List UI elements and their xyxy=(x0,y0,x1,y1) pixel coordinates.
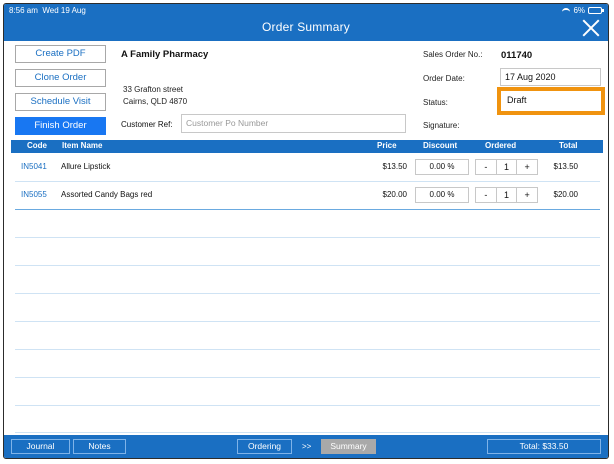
row-divider xyxy=(15,237,600,238)
order-date-label: Order Date: xyxy=(423,74,465,83)
row-divider xyxy=(15,209,600,210)
summary-tab[interactable]: Summary xyxy=(321,439,376,454)
bottom-toolbar: Journal Notes Ordering >> Summary Total:… xyxy=(4,435,608,458)
device-frame: 8:56 am Wed 19 Aug 6% Order Summary Crea… xyxy=(3,3,609,459)
item-name: Assorted Candy Bags red xyxy=(61,190,153,199)
order-date-field[interactable]: 17 Aug 2020 xyxy=(500,68,601,86)
discount-input[interactable]: 0.00 % xyxy=(415,159,469,175)
quantity-value[interactable]: 1 xyxy=(495,188,517,202)
customer-ref-label: Customer Ref: xyxy=(121,120,173,129)
status-field[interactable]: Draft xyxy=(497,87,605,115)
quantity-value[interactable]: 1 xyxy=(495,160,517,174)
increment-button[interactable]: + xyxy=(516,160,537,174)
row-divider xyxy=(15,265,600,266)
decrement-button[interactable]: - xyxy=(476,160,496,174)
item-code[interactable]: IN5041 xyxy=(21,162,47,171)
status-indicators: 6% xyxy=(562,6,604,15)
col-code: Code xyxy=(27,141,47,150)
wifi-icon xyxy=(562,7,571,14)
quantity-stepper: - 1 + xyxy=(475,187,538,203)
notes-button[interactable]: Notes xyxy=(73,439,126,454)
decrement-button[interactable]: - xyxy=(476,188,496,202)
customer-ref-input[interactable]: Customer Po Number xyxy=(181,114,406,133)
col-ordered: Ordered xyxy=(485,141,517,150)
customer-name: A Family Pharmacy xyxy=(121,49,209,60)
battery-icon xyxy=(588,7,604,14)
col-discount: Discount xyxy=(423,141,458,150)
table-row[interactable]: IN5055 Assorted Candy Bags red $20.00 0.… xyxy=(15,182,600,208)
item-price: $20.00 xyxy=(382,190,407,199)
status-time: 8:56 am Wed 19 Aug xyxy=(9,6,86,15)
row-divider xyxy=(15,377,600,378)
row-divider xyxy=(15,432,600,433)
address-line2: Cairns, QLD 4870 xyxy=(123,97,188,106)
signature-label: Signature: xyxy=(423,121,460,130)
title-bar: 8:56 am Wed 19 Aug 6% Order Summary xyxy=(4,4,608,41)
item-total: $20.00 xyxy=(553,190,578,199)
quantity-stepper: - 1 + xyxy=(475,159,538,175)
table-row[interactable]: IN5041 Allure Lipstick $13.50 0.00 % - 1… xyxy=(15,154,600,180)
clone-order-button[interactable]: Clone Order xyxy=(15,69,106,87)
row-divider xyxy=(15,349,600,350)
page-title: Order Summary xyxy=(262,20,350,34)
ordering-tab[interactable]: Ordering xyxy=(237,439,292,454)
close-icon[interactable] xyxy=(582,19,600,37)
create-pdf-button[interactable]: Create PDF xyxy=(15,45,106,63)
col-price: Price xyxy=(377,141,397,150)
battery-percent: 6% xyxy=(573,6,585,15)
row-divider xyxy=(15,293,600,294)
order-total-button[interactable]: Total: $33.50 xyxy=(487,439,601,454)
item-name: Allure Lipstick xyxy=(61,162,111,171)
row-divider xyxy=(15,321,600,322)
increment-button[interactable]: + xyxy=(516,188,537,202)
col-total: Total xyxy=(559,141,578,150)
discount-input[interactable]: 0.00 % xyxy=(415,187,469,203)
col-item-name: Item Name xyxy=(62,141,103,150)
status-label: Status: xyxy=(423,98,448,107)
schedule-visit-button[interactable]: Schedule Visit xyxy=(15,93,106,111)
item-total: $13.50 xyxy=(553,162,578,171)
row-divider xyxy=(15,405,600,406)
table-header: Code Item Name Price Discount Ordered To… xyxy=(11,140,603,153)
address-line1: 33 Grafton street xyxy=(123,85,184,94)
item-code[interactable]: IN5055 xyxy=(21,190,47,199)
sales-order-number: 011740 xyxy=(501,50,533,61)
item-price: $13.50 xyxy=(382,162,407,171)
sales-order-label: Sales Order No.: xyxy=(423,50,483,59)
chevrons-icon: >> xyxy=(302,442,312,451)
journal-button[interactable]: Journal xyxy=(11,439,70,454)
finish-order-button[interactable]: Finish Order xyxy=(15,117,106,135)
